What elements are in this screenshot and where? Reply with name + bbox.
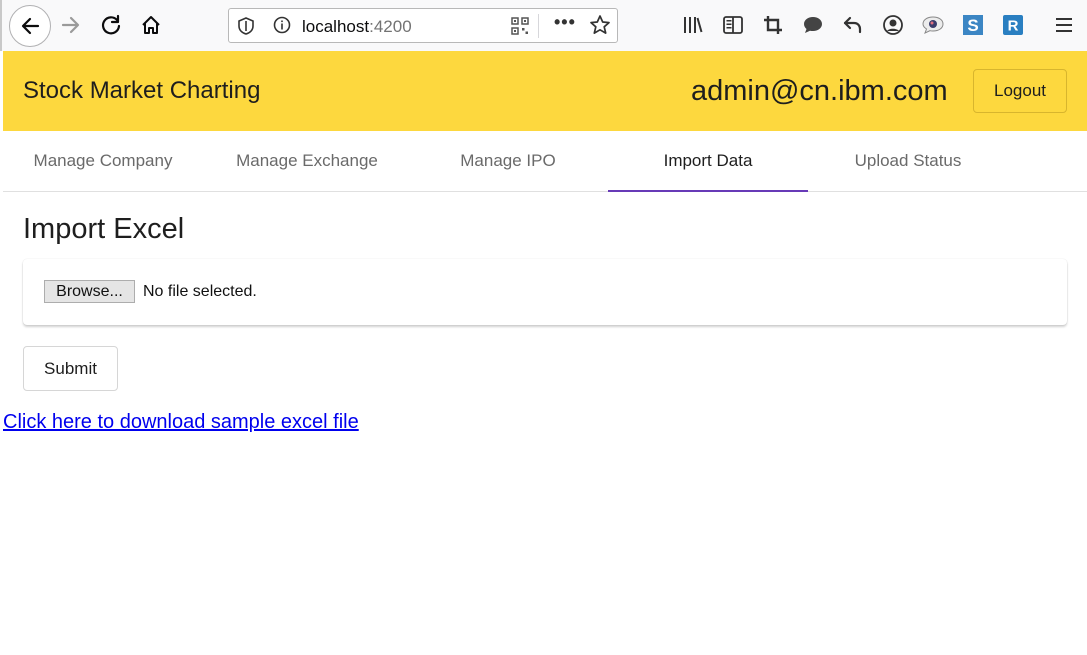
tab-manage-ipo[interactable]: Manage IPO: [408, 131, 608, 191]
browser-toolbar: localhost:4200 ••• S R: [0, 0, 1087, 51]
forward-icon: [61, 16, 80, 34]
reload-button[interactable]: [95, 9, 127, 41]
url-text: localhost:4200: [302, 17, 412, 36]
submit-button[interactable]: Submit: [23, 346, 118, 391]
tab-manage-exchange[interactable]: Manage Exchange: [207, 131, 407, 191]
file-upload-card: Browse... No file selected.: [23, 259, 1067, 325]
chat-icon[interactable]: [801, 13, 825, 37]
svg-text:R: R: [1008, 18, 1019, 35]
extension-icon[interactable]: [921, 13, 945, 37]
page-title: Import Excel: [23, 213, 185, 245]
download-sample-link[interactable]: Click here to download sample excel file: [3, 411, 359, 434]
qr-code-icon[interactable]: [511, 17, 529, 40]
app-title: Stock Market Charting: [23, 77, 261, 104]
account-icon[interactable]: [881, 13, 905, 37]
svg-text:S: S: [967, 16, 978, 35]
browse-button[interactable]: Browse...: [44, 280, 135, 303]
address-bar[interactable]: localhost:4200 •••: [228, 8, 618, 43]
info-icon[interactable]: [273, 16, 291, 39]
reload-icon: [101, 14, 121, 35]
bookmark-star-icon[interactable]: [589, 14, 611, 41]
logout-button[interactable]: Logout: [973, 69, 1067, 113]
home-button[interactable]: [135, 9, 167, 41]
back-button[interactable]: [9, 5, 51, 47]
app-header: Stock Market Charting admin@cn.ibm.com L…: [3, 51, 1087, 131]
tab-bar: Manage Company Manage Exchange Manage IP…: [3, 131, 1087, 192]
undo-icon[interactable]: [841, 13, 865, 37]
tab-manage-company[interactable]: Manage Company: [3, 131, 203, 191]
hamburger-menu-icon[interactable]: [1052, 13, 1076, 37]
r-extension-icon[interactable]: R: [1001, 13, 1025, 37]
s-extension-icon[interactable]: S: [961, 13, 985, 37]
tab-import-data[interactable]: Import Data: [608, 131, 808, 192]
back-icon: [21, 17, 40, 35]
url-separator: [538, 14, 539, 38]
tab-upload-status[interactable]: Upload Status: [808, 131, 1008, 191]
library-icon[interactable]: [681, 13, 705, 37]
page-actions-button[interactable]: •••: [554, 12, 576, 33]
crop-icon[interactable]: [761, 13, 785, 37]
user-email: admin@cn.ibm.com: [691, 75, 948, 107]
sidebar-icon[interactable]: [721, 13, 745, 37]
home-icon: [142, 16, 160, 34]
forward-button[interactable]: [55, 9, 87, 41]
shield-icon[interactable]: [237, 17, 255, 40]
file-status-text: No file selected.: [143, 283, 257, 300]
